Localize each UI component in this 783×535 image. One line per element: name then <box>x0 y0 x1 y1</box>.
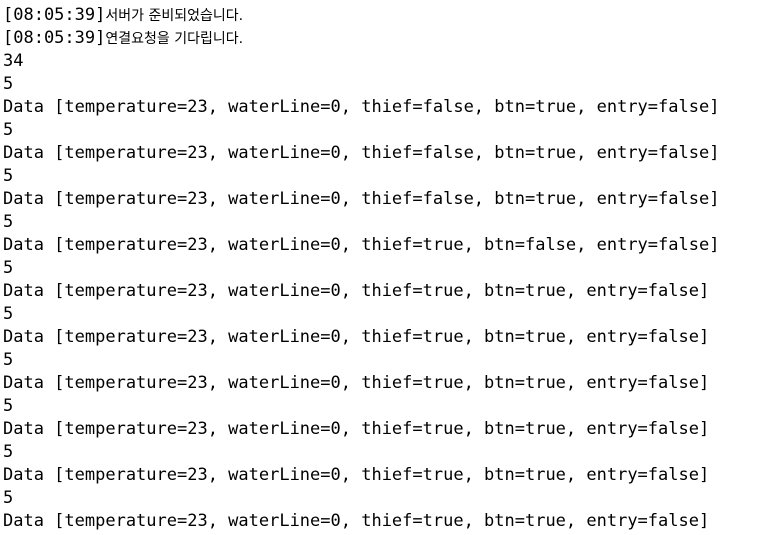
console-line: 34 <box>3 51 24 71</box>
console-line: Data [temperature=23, waterLine=0, thief… <box>3 143 720 163</box>
console-line: 5 <box>3 488 14 508</box>
timestamp: [08:05:39] <box>3 28 106 48</box>
console-line: 5 <box>3 166 14 186</box>
console-line-waiting-connection: [08:05:39]연결요청을 기다립니다. <box>3 27 783 50</box>
console-line: 5 <box>3 350 14 370</box>
console-line: Data [temperature=23, waterLine=0, thief… <box>3 327 710 347</box>
log-message: 서버가 준비되었습니다. <box>105 8 244 24</box>
console-line: 5 <box>3 396 14 416</box>
console-line-server-ready: [08:05:39]서버가 준비되었습니다. <box>3 4 783 27</box>
console-output: [08:05:39]서버가 준비되었습니다. [08:05:39]연결요청을 기… <box>3 4 783 535</box>
console-line: Data [temperature=23, waterLine=0, thief… <box>3 189 720 209</box>
console-line: 5 <box>3 212 14 232</box>
console-line: Data [temperature=23, waterLine=0, thief… <box>3 97 720 117</box>
console-line: 5 <box>3 258 14 278</box>
timestamp: [08:05:39] <box>3 5 106 25</box>
console-line: Data [temperature=23, waterLine=0, thief… <box>3 281 710 301</box>
console-line: Data [temperature=23, waterLine=0, thief… <box>3 511 710 531</box>
log-message: 연결요청을 기다립니다. <box>105 31 244 47</box>
console-line: Data [temperature=23, waterLine=0, thief… <box>3 419 710 439</box>
console-line: 5 <box>3 442 14 462</box>
console-line: 5 <box>3 74 14 94</box>
console-line: 5 <box>3 304 14 324</box>
console-line: Data [temperature=23, waterLine=0, thief… <box>3 465 710 485</box>
console-line: 5 <box>3 120 14 140</box>
console-line: Data [temperature=23, waterLine=0, thief… <box>3 235 720 255</box>
console-line: Data [temperature=23, waterLine=0, thief… <box>3 373 710 393</box>
